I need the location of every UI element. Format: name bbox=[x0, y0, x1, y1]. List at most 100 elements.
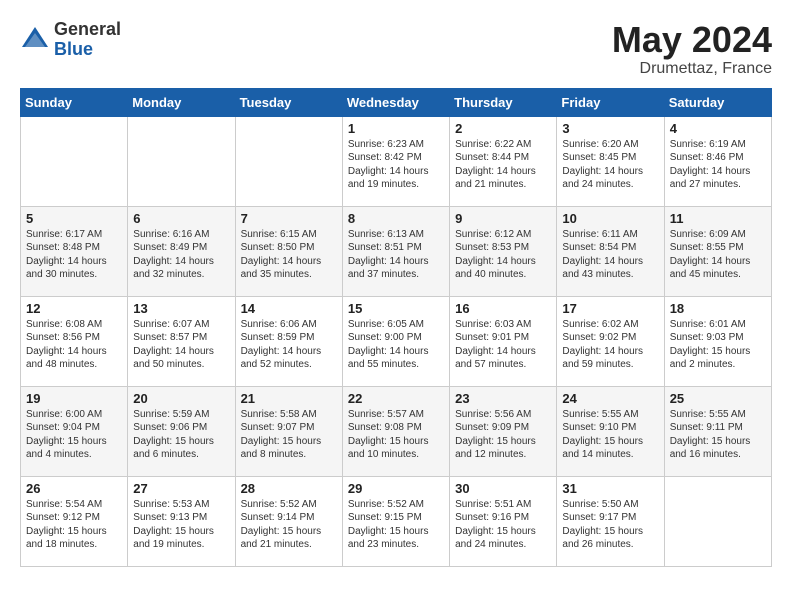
day-number: 24 bbox=[562, 391, 658, 406]
logo-icon bbox=[20, 25, 50, 55]
calendar-week-row: 12 Sunrise: 6:08 AM Sunset: 8:56 PM Dayli… bbox=[21, 296, 772, 386]
weekday-header-cell: Saturday bbox=[664, 88, 771, 116]
calendar-cell: 19Sunrise: 6:00 AM Sunset: 9:04 PM Dayli… bbox=[21, 386, 128, 476]
day-number: 13 bbox=[133, 301, 229, 316]
calendar-cell: 28 Sunrise: 5:52 AM Sunset: 9:14 PM Dayli… bbox=[235, 476, 342, 566]
day-number: 15 bbox=[348, 301, 444, 316]
cell-content: Sunrise: 5:52 AM Sunset: 9:15 PM Dayligh… bbox=[348, 498, 444, 552]
weekday-header-cell: Thursday bbox=[450, 88, 557, 116]
cell-content: Sunrise: 6:02 AM Sunset: 9:02 PM Dayligh… bbox=[562, 318, 658, 372]
day-number: 23 bbox=[455, 391, 551, 406]
day-number: 29 bbox=[348, 481, 444, 496]
calendar-cell: 27Sunrise: 5:53 AM Sunset: 9:13 PM Dayli… bbox=[128, 476, 235, 566]
calendar-cell: 12 Sunrise: 6:08 AM Sunset: 8:56 PM Dayli… bbox=[21, 296, 128, 386]
calendar-week-row: 19Sunrise: 6:00 AM Sunset: 9:04 PM Dayli… bbox=[21, 386, 772, 476]
day-number: 30 bbox=[455, 481, 551, 496]
cell-content: Sunrise: 6:17 AM Sunset: 8:48 PM Dayligh… bbox=[26, 228, 122, 282]
calendar-cell bbox=[235, 116, 342, 206]
title-block: May 2024 Drumettaz, France bbox=[612, 20, 772, 78]
calendar-cell: 26 Sunrise: 5:54 AM Sunset: 9:12 PM Dayli… bbox=[21, 476, 128, 566]
calendar-cell: 10 Sunrise: 6:11 AM Sunset: 8:54 PM Dayli… bbox=[557, 206, 664, 296]
cell-content: Sunrise: 6:06 AM Sunset: 8:59 PM Dayligh… bbox=[241, 318, 337, 372]
day-number: 12 bbox=[26, 301, 122, 316]
cell-content: Sunrise: 5:55 AM Sunset: 9:11 PM Dayligh… bbox=[670, 408, 766, 462]
day-number: 1 bbox=[348, 121, 444, 136]
cell-content: Sunrise: 6:08 AM Sunset: 8:56 PM Dayligh… bbox=[26, 318, 122, 372]
calendar-cell: 14 Sunrise: 6:06 AM Sunset: 8:59 PM Dayli… bbox=[235, 296, 342, 386]
day-number: 16 bbox=[455, 301, 551, 316]
cell-content: Sunrise: 6:15 AM Sunset: 8:50 PM Dayligh… bbox=[241, 228, 337, 282]
day-number: 9 bbox=[455, 211, 551, 226]
cell-content: Sunrise: 6:13 AM Sunset: 8:51 PM Dayligh… bbox=[348, 228, 444, 282]
calendar-cell: 13 Sunrise: 6:07 AM Sunset: 8:57 PM Dayli… bbox=[128, 296, 235, 386]
logo-blue-text: Blue bbox=[54, 40, 121, 60]
day-number: 11 bbox=[670, 211, 766, 226]
cell-content: Sunrise: 6:23 AM Sunset: 8:42 PM Dayligh… bbox=[348, 138, 444, 192]
calendar-cell: 9 Sunrise: 6:12 AM Sunset: 8:53 PM Daylig… bbox=[450, 206, 557, 296]
day-number: 7 bbox=[241, 211, 337, 226]
weekday-header-cell: Wednesday bbox=[342, 88, 449, 116]
logo: General Blue bbox=[20, 20, 121, 60]
day-number: 2 bbox=[455, 121, 551, 136]
cell-content: Sunrise: 6:12 AM Sunset: 8:53 PM Dayligh… bbox=[455, 228, 551, 282]
cell-content: Sunrise: 5:50 AM Sunset: 9:17 PM Dayligh… bbox=[562, 498, 658, 552]
calendar-table: SundayMondayTuesdayWednesdayThursdayFrid… bbox=[20, 88, 772, 567]
calendar-cell: 22Sunrise: 5:57 AM Sunset: 9:08 PM Dayli… bbox=[342, 386, 449, 476]
day-number: 17 bbox=[562, 301, 658, 316]
day-number: 6 bbox=[133, 211, 229, 226]
cell-content: Sunrise: 6:03 AM Sunset: 9:01 PM Dayligh… bbox=[455, 318, 551, 372]
day-number: 5 bbox=[26, 211, 122, 226]
cell-content: Sunrise: 6:05 AM Sunset: 9:00 PM Dayligh… bbox=[348, 318, 444, 372]
calendar-cell: 31Sunrise: 5:50 AM Sunset: 9:17 PM Dayli… bbox=[557, 476, 664, 566]
calendar-cell: 23 Sunrise: 5:56 AM Sunset: 9:09 PM Dayli… bbox=[450, 386, 557, 476]
cell-content: Sunrise: 5:56 AM Sunset: 9:09 PM Dayligh… bbox=[455, 408, 551, 462]
day-number: 25 bbox=[670, 391, 766, 406]
calendar-cell: 17 Sunrise: 6:02 AM Sunset: 9:02 PM Dayli… bbox=[557, 296, 664, 386]
day-number: 3 bbox=[562, 121, 658, 136]
day-number: 4 bbox=[670, 121, 766, 136]
calendar-cell: 6 Sunrise: 6:16 AM Sunset: 8:49 PM Daylig… bbox=[128, 206, 235, 296]
calendar-cell bbox=[21, 116, 128, 206]
page-header: General Blue May 2024 Drumettaz, France bbox=[20, 20, 772, 78]
day-number: 8 bbox=[348, 211, 444, 226]
cell-content: Sunrise: 5:54 AM Sunset: 9:12 PM Dayligh… bbox=[26, 498, 122, 552]
cell-content: Sunrise: 6:09 AM Sunset: 8:55 PM Dayligh… bbox=[670, 228, 766, 282]
calendar-cell: 11 Sunrise: 6:09 AM Sunset: 8:55 PM Dayli… bbox=[664, 206, 771, 296]
day-number: 22 bbox=[348, 391, 444, 406]
day-number: 28 bbox=[241, 481, 337, 496]
logo-general-text: General bbox=[54, 20, 121, 40]
cell-content: Sunrise: 5:58 AM Sunset: 9:07 PM Dayligh… bbox=[241, 408, 337, 462]
calendar-cell: 5 Sunrise: 6:17 AM Sunset: 8:48 PM Daylig… bbox=[21, 206, 128, 296]
calendar-cell: 30 Sunrise: 5:51 AM Sunset: 9:16 PM Dayli… bbox=[450, 476, 557, 566]
calendar-cell: 25 Sunrise: 5:55 AM Sunset: 9:11 PM Dayli… bbox=[664, 386, 771, 476]
day-number: 27 bbox=[133, 481, 229, 496]
day-number: 21 bbox=[241, 391, 337, 406]
weekday-header-cell: Sunday bbox=[21, 88, 128, 116]
location-text: Drumettaz, France bbox=[612, 60, 772, 78]
month-title: May 2024 bbox=[612, 20, 772, 60]
weekday-header-row: SundayMondayTuesdayWednesdayThursdayFrid… bbox=[21, 88, 772, 116]
calendar-cell: 8 Sunrise: 6:13 AM Sunset: 8:51 PM Daylig… bbox=[342, 206, 449, 296]
cell-content: Sunrise: 6:16 AM Sunset: 8:49 PM Dayligh… bbox=[133, 228, 229, 282]
calendar-cell bbox=[128, 116, 235, 206]
cell-content: Sunrise: 5:59 AM Sunset: 9:06 PM Dayligh… bbox=[133, 408, 229, 462]
day-number: 14 bbox=[241, 301, 337, 316]
cell-content: Sunrise: 6:22 AM Sunset: 8:44 PM Dayligh… bbox=[455, 138, 551, 192]
calendar-cell: 16 Sunrise: 6:03 AM Sunset: 9:01 PM Dayli… bbox=[450, 296, 557, 386]
cell-content: Sunrise: 5:52 AM Sunset: 9:14 PM Dayligh… bbox=[241, 498, 337, 552]
cell-content: Sunrise: 6:07 AM Sunset: 8:57 PM Dayligh… bbox=[133, 318, 229, 372]
weekday-header-cell: Tuesday bbox=[235, 88, 342, 116]
day-number: 26 bbox=[26, 481, 122, 496]
weekday-header-cell: Friday bbox=[557, 88, 664, 116]
cell-content: Sunrise: 5:51 AM Sunset: 9:16 PM Dayligh… bbox=[455, 498, 551, 552]
calendar-cell: 15 Sunrise: 6:05 AM Sunset: 9:00 PM Dayli… bbox=[342, 296, 449, 386]
cell-content: Sunrise: 6:20 AM Sunset: 8:45 PM Dayligh… bbox=[562, 138, 658, 192]
calendar-cell: 4Sunrise: 6:19 AM Sunset: 8:46 PM Daylig… bbox=[664, 116, 771, 206]
day-number: 20 bbox=[133, 391, 229, 406]
calendar-cell: 20 Sunrise: 5:59 AM Sunset: 9:06 PM Dayli… bbox=[128, 386, 235, 476]
cell-content: Sunrise: 5:55 AM Sunset: 9:10 PM Dayligh… bbox=[562, 408, 658, 462]
day-number: 19 bbox=[26, 391, 122, 406]
day-number: 10 bbox=[562, 211, 658, 226]
calendar-cell: 18Sunrise: 6:01 AM Sunset: 9:03 PM Dayli… bbox=[664, 296, 771, 386]
cell-content: Sunrise: 6:11 AM Sunset: 8:54 PM Dayligh… bbox=[562, 228, 658, 282]
